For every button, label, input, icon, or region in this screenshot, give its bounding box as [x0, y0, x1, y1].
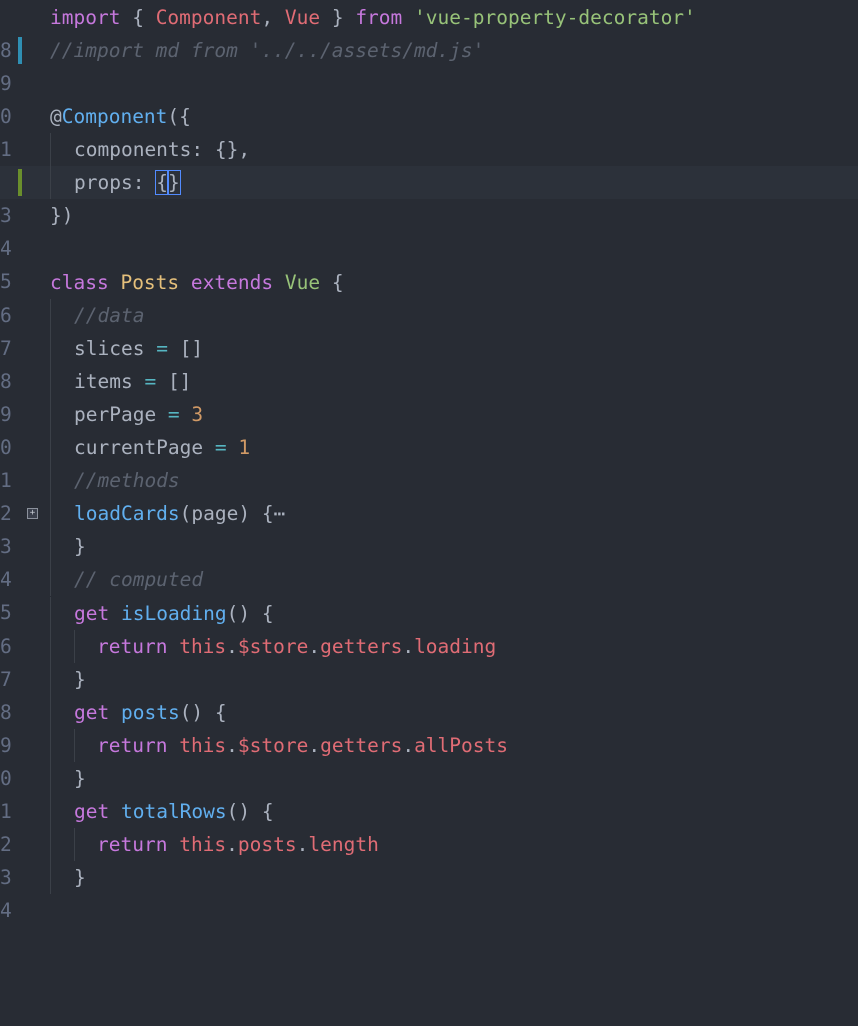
line-content: currentPage = 1: [74, 436, 251, 459]
code-line[interactable]: 7 //data: [0, 299, 858, 360]
code-line[interactable]: 0 return this.$store.getters.allPosts: [0, 729, 858, 790]
line-content: return this.$store.getters.loading: [97, 635, 497, 658]
matched-bracket: }: [166, 170, 181, 195]
line-content: }: [74, 668, 86, 691]
code-line[interactable]: 4 }: [0, 861, 858, 922]
indent-guide: [74, 729, 75, 762]
indent-guide: [50, 365, 51, 398]
indent-guide: [50, 497, 51, 530]
line-content: get totalRows() {: [74, 800, 274, 823]
indent-guide: [50, 729, 51, 762]
code-line[interactable]: 0: [0, 67, 858, 128]
line-content: return this.posts.length: [97, 833, 379, 856]
line-content: loadCards(page) {⋯: [74, 502, 286, 525]
line-content: items = []: [74, 370, 192, 393]
git-modified-marker: [18, 37, 22, 64]
line-content: @Component({: [50, 105, 191, 128]
code-line[interactable]: 8 }: [0, 663, 858, 724]
code-line[interactable]: 1 @Component({: [0, 100, 858, 161]
code-line[interactable]: 9 items = []: [0, 365, 858, 426]
line-content: }: [74, 535, 86, 558]
code-line[interactable]: 0 perPage = 3: [0, 398, 858, 459]
line-content: //import md from '../../assets/md.js': [50, 39, 485, 62]
code-line[interactable]: 6 class Posts extends Vue {: [0, 266, 858, 327]
line-content: props: {}: [74, 170, 181, 195]
code-line[interactable]: 2 components: {},: [0, 133, 858, 194]
code-line[interactable]: 9 get posts() {: [0, 696, 858, 757]
line-content: get isLoading() {: [74, 602, 274, 625]
code-line[interactable]: 3 + loadCards(page) {⋯: [0, 497, 858, 558]
line-content: return this.$store.getters.allPosts: [97, 734, 508, 757]
code-editor[interactable]: 8 import { Component, Vue } from 'vue-pr…: [0, 0, 858, 922]
code-line[interactable]: 1 }: [0, 762, 858, 823]
code-line[interactable]: 9 //import md from '../../assets/md.js': [0, 34, 858, 95]
indent-guide: [50, 828, 51, 861]
indent-guide: [50, 861, 51, 894]
indent-guide: [50, 133, 51, 166]
line-content: class Posts extends Vue {: [50, 271, 344, 294]
code-line[interactable]: 8 import { Component, Vue } from 'vue-pr…: [0, 1, 858, 62]
code-line[interactable]: 5: [0, 232, 858, 293]
indent-guide: [50, 795, 51, 828]
indent-guide: [50, 597, 51, 630]
indent-guide: [50, 696, 51, 729]
indent-guide: [50, 398, 51, 431]
folded-code-ellipsis: ⋯: [273, 502, 286, 525]
fold-expand-icon[interactable]: +: [27, 508, 38, 519]
indent-guide: [50, 663, 51, 696]
line-content: //methods: [74, 469, 180, 492]
indent-guide: [50, 563, 51, 596]
code-line[interactable]: 2 get totalRows() {: [0, 795, 858, 856]
code-line[interactable]: 4 }: [0, 530, 858, 591]
line-content: components: {},: [74, 138, 251, 161]
line-content: // computed: [74, 568, 204, 591]
code-line[interactable]: 4 }): [0, 199, 858, 260]
indent-guide: [74, 630, 75, 663]
indent-guide: [50, 762, 51, 795]
indent-guide: [50, 299, 51, 332]
indent-guide: [50, 630, 51, 663]
code-line[interactable]: 5 // computed: [0, 563, 858, 624]
code-line[interactable]: 7 return this.$store.getters.loading: [0, 630, 858, 691]
indent-guide: [50, 166, 51, 199]
line-content: get posts() {: [74, 701, 227, 724]
line-content: slices = []: [74, 337, 204, 360]
line-content: perPage = 3: [74, 403, 204, 426]
line-content: //data: [74, 304, 145, 327]
indent-guide: [50, 464, 51, 497]
line-content: import { Component, Vue } from 'vue-prop…: [50, 6, 696, 29]
git-added-marker: [18, 169, 22, 196]
line-content: }: [74, 866, 86, 889]
code-line[interactable]: 6 get isLoading() {: [0, 597, 858, 658]
line-content: }): [50, 204, 74, 227]
code-line[interactable]: 8 slices = []: [0, 332, 858, 393]
code-line[interactable]: 2 //methods: [0, 464, 858, 525]
indent-guide: [50, 332, 51, 365]
code-line[interactable]: 1 currentPage = 1: [0, 431, 858, 492]
indent-guide: [50, 431, 51, 464]
line-content: }: [74, 767, 86, 790]
indent-guide: [74, 828, 75, 861]
indent-guide: [50, 530, 51, 563]
code-line-active[interactable]: 3 props: {}: [0, 166, 858, 227]
code-line[interactable]: 3 return this.posts.length: [0, 828, 858, 889]
